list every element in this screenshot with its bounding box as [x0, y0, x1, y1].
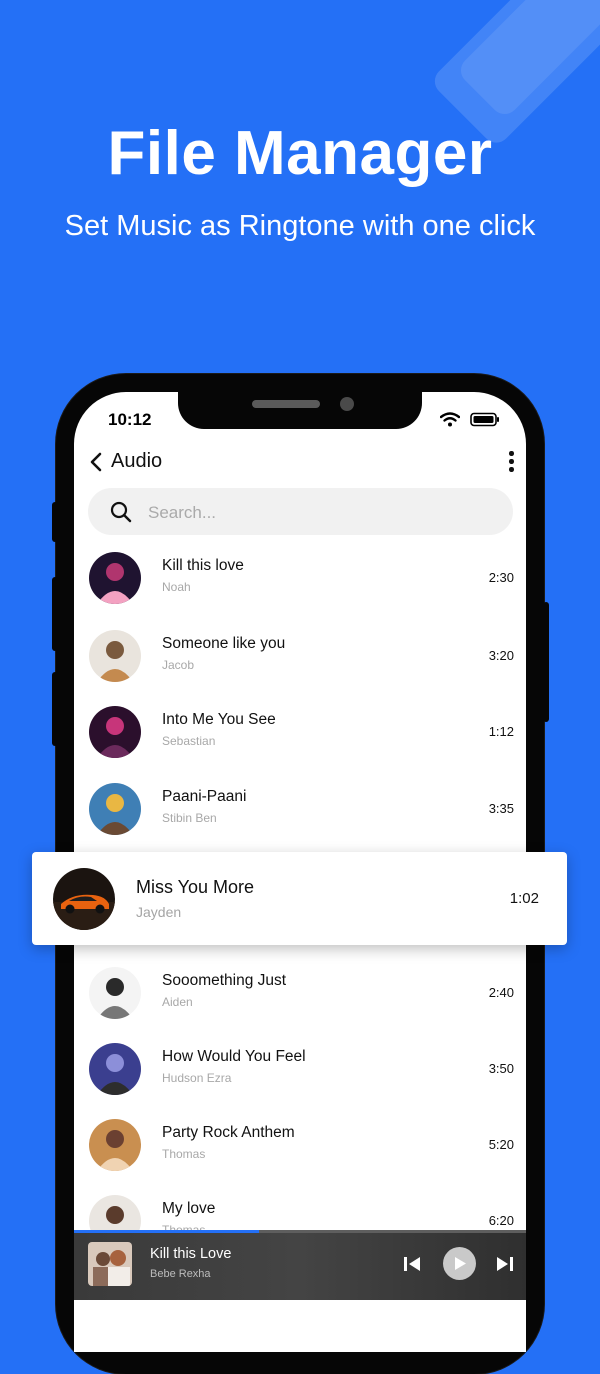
- battery-icon: [470, 412, 499, 427]
- song-duration: 3:20: [488, 648, 514, 663]
- song-duration: 2:40: [488, 985, 514, 1000]
- song-artist: Stibin Ben: [162, 811, 217, 825]
- song-row[interactable]: How Would You Feel Hudson Ezra 3:50: [74, 1034, 526, 1104]
- now-playing-bar[interactable]: Kill this Love Bebe Rexha: [74, 1230, 526, 1300]
- song-artist: Jacob: [162, 658, 195, 672]
- song-duration: 3:50: [488, 1061, 514, 1076]
- song-row[interactable]: Sooomething Just Aiden 2:40: [74, 958, 526, 1028]
- song-artwork: [89, 552, 141, 604]
- song-row[interactable]: Party Rock Anthem Thomas 5:20: [74, 1110, 526, 1180]
- page-title: Audio: [111, 450, 163, 472]
- phone-volume-down-button: [52, 672, 58, 746]
- status-time: 10:12: [108, 410, 152, 429]
- song-title: My love: [162, 1200, 216, 1217]
- progress-track[interactable]: [74, 1230, 526, 1233]
- song-artist: Hudson Ezra: [162, 1071, 232, 1085]
- song-artist: Aiden: [162, 995, 193, 1009]
- song-row[interactable]: Into Me You See Sebastian 1:12: [74, 697, 526, 767]
- song-title: Sooomething Just: [162, 972, 287, 989]
- phone-volume-up-button: [52, 577, 58, 651]
- more-vertical-icon[interactable]: [504, 449, 518, 475]
- song-title: Into Me You See: [162, 711, 276, 728]
- previous-icon[interactable]: [402, 1255, 422, 1273]
- song-row[interactable]: Someone like you Jacob 3:20: [74, 621, 526, 691]
- song-artwork: [89, 630, 141, 682]
- phone-notch: [178, 392, 422, 429]
- song-artist: Noah: [162, 580, 191, 594]
- song-title: How Would You Feel: [162, 1048, 306, 1065]
- highlighted-song-artist: Jayden: [136, 904, 182, 920]
- song-artwork: [53, 868, 115, 930]
- song-row[interactable]: Paani-Paani Stibin Ben 3:35: [74, 774, 526, 844]
- song-artist: Sebastian: [162, 734, 216, 748]
- highlighted-song-card[interactable]: Miss You More Jayden 1:02: [32, 852, 567, 945]
- promo-subtitle: Set Music as Ringtone with one click: [64, 210, 536, 242]
- phone-power-button: [543, 602, 549, 722]
- song-artwork: [89, 706, 141, 758]
- song-duration: 1:12: [488, 724, 514, 739]
- highlighted-song-title: Miss You More: [136, 877, 255, 897]
- play-button[interactable]: [443, 1247, 476, 1280]
- promo-title: File Manager: [107, 119, 493, 188]
- song-row[interactable]: Kill this love Noah 2:30: [74, 543, 526, 613]
- song-duration: 3:35: [488, 801, 514, 816]
- song-artist: Thomas: [162, 1147, 206, 1161]
- progress-fill: [74, 1230, 260, 1233]
- now-playing-artist: Bebe Rexha: [150, 1268, 211, 1280]
- song-artwork: [89, 967, 141, 1019]
- song-duration: 5:20: [488, 1137, 514, 1152]
- song-artwork: [89, 1043, 141, 1095]
- highlighted-song-duration: 1:02: [509, 890, 539, 907]
- search-icon: [110, 501, 132, 523]
- play-icon: [455, 1257, 466, 1270]
- search-input[interactable]: [146, 499, 490, 526]
- phone-mute-switch: [52, 502, 58, 542]
- song-title: Kill this love: [162, 557, 244, 574]
- song-artwork: [89, 783, 141, 835]
- search-bar[interactable]: [88, 488, 513, 535]
- song-title: Paani-Paani: [162, 788, 247, 805]
- song-title: Party Rock Anthem: [162, 1124, 295, 1141]
- wifi-icon: [440, 412, 460, 427]
- chevron-left-icon[interactable]: [84, 448, 110, 476]
- song-duration: 6:20: [488, 1213, 514, 1228]
- now-playing-title: Kill this Love: [150, 1246, 232, 1262]
- status-icons: [440, 412, 500, 427]
- song-title: Someone like you: [162, 635, 286, 652]
- next-icon[interactable]: [495, 1255, 515, 1273]
- song-artwork: [89, 1119, 141, 1171]
- speaker-grille: [252, 400, 320, 408]
- song-duration: 2:30: [488, 570, 514, 585]
- app-header: Audio: [74, 444, 526, 484]
- front-camera: [340, 397, 354, 411]
- now-playing-artwork: [88, 1242, 132, 1286]
